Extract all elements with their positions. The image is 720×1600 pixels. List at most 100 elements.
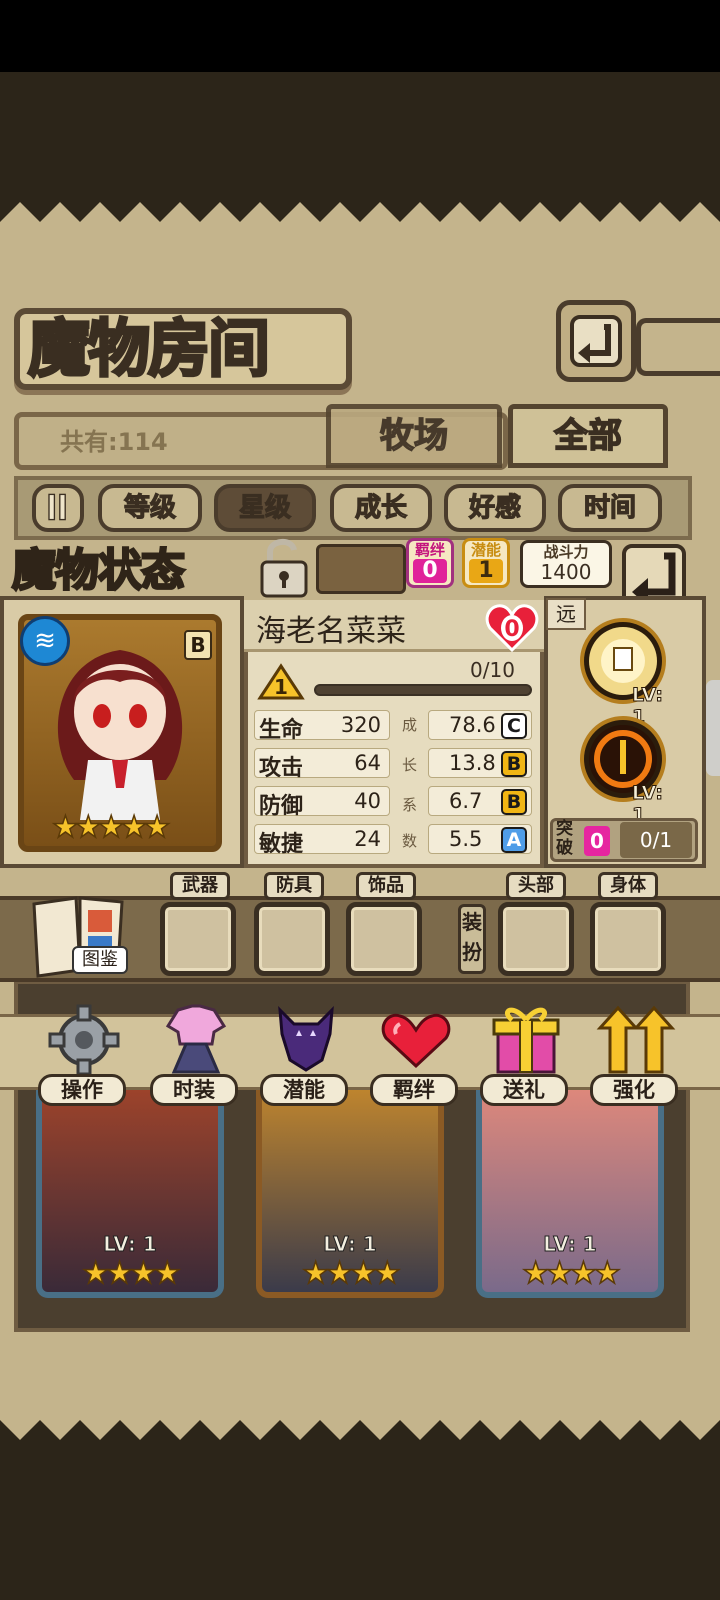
gear-icon <box>48 1004 120 1076</box>
growth-grade: B <box>501 789 527 815</box>
monster-name: 海老名菜菜 <box>256 614 406 649</box>
back-button[interactable] <box>556 300 636 382</box>
stat-growth: 6.7 <box>449 789 483 813</box>
dress-up-label: 装扮 <box>458 904 486 974</box>
upgrade-arrows-icon <box>596 1005 676 1074</box>
sort-growth-button[interactable]: 成长 <box>330 484 432 532</box>
back-arrow-icon <box>570 315 622 367</box>
outfit-label: 时装 <box>150 1074 238 1106</box>
stat-name: 生命 <box>259 718 304 743</box>
gift-label: 送礼 <box>480 1074 568 1106</box>
stat-row-defense: 防御 40 6.7 B <box>254 786 536 819</box>
upgrade-button[interactable]: 强化 <box>588 1000 684 1108</box>
sort-time-button[interactable]: 时间 <box>558 484 662 532</box>
status-title: 魔物状态 <box>11 544 187 598</box>
unlock-icon[interactable] <box>258 536 310 598</box>
bond-indicator: 羁绊 0 <box>406 538 454 588</box>
affection-value: 0 <box>504 617 519 642</box>
growth-grade: C <box>501 713 527 739</box>
gift-button[interactable]: 送礼 <box>478 1000 574 1108</box>
stat-row-hp: 生命 320 78.6 C <box>254 710 536 743</box>
map-background-bottom <box>0 1440 720 1600</box>
sort-toggle-icon <box>48 493 66 521</box>
heart-icon: 0 <box>485 604 539 653</box>
bond-label: 羁绊 <box>370 1074 458 1106</box>
armor-slot[interactable] <box>254 902 330 976</box>
stat-value: 64 <box>354 751 381 775</box>
weapon-slot[interactable] <box>160 902 236 976</box>
monster-card-level: LV: 1 <box>103 1232 157 1257</box>
header-decoration <box>636 318 720 376</box>
head-slot-label: 头部 <box>506 872 566 900</box>
potential-indicator: 潜能 1 <box>462 538 510 588</box>
breakthrough-count: 0 <box>584 826 610 856</box>
bond-indicator-label: 羁绊 <box>414 541 445 559</box>
stat-name: 敏捷 <box>259 832 304 857</box>
potential-label: 潜能 <box>260 1074 348 1106</box>
ornament-decoration <box>316 544 406 594</box>
potential-button[interactable]: 潜能 <box>258 1000 354 1108</box>
accessory-slot-label: 饰品 <box>356 872 416 900</box>
sort-order-toggle[interactable] <box>32 484 84 532</box>
stat-growth: 5.5 <box>449 827 483 851</box>
potential-indicator-value: 1 <box>469 559 503 583</box>
torn-edge-bottom <box>0 1420 720 1446</box>
monster-card-level: LV: 1 <box>543 1232 597 1257</box>
battle-power-label: 战斗力 <box>543 543 589 561</box>
monster-card-stars: ★★★★ <box>81 1255 181 1292</box>
head-slot[interactable] <box>498 902 574 976</box>
sort-star-button[interactable]: 星级 <box>214 484 316 532</box>
side-scroll-handle[interactable] <box>706 680 720 776</box>
operate-button[interactable]: 操作 <box>36 1000 132 1108</box>
outfit-button[interactable]: 时装 <box>148 1000 244 1108</box>
monster-count: 共有:114 <box>60 428 168 456</box>
growth-grade: B <box>501 751 527 777</box>
monster-card-stars: ★★★★ <box>301 1255 401 1292</box>
outfit-icon <box>165 1004 227 1074</box>
sort-level-button[interactable]: 等级 <box>98 484 202 532</box>
water-element-icon: ≋ <box>20 616 70 666</box>
level-value: 1 <box>274 675 288 699</box>
affection-heart: 0 <box>484 602 540 654</box>
skill-slot-2[interactable]: LV: 1 <box>580 716 666 827</box>
bond-button[interactable]: 羁绊 <box>368 1000 464 1108</box>
stat-growth: 13.8 <box>449 751 496 775</box>
exp-bar <box>314 684 532 696</box>
battle-power-value: 1400 <box>540 560 592 584</box>
breakthrough-progress[interactable]: 0/1 <box>620 822 692 858</box>
potential-indicator-label: 潜能 <box>470 541 501 559</box>
growth-coefficient-label: 长 <box>402 756 418 774</box>
stat-value: 24 <box>354 827 381 851</box>
bond-indicator-value: 0 <box>413 559 447 583</box>
skill-slot-1[interactable]: LV: 1 <box>580 618 666 729</box>
hearts-icon <box>381 1013 451 1069</box>
torn-edge-top <box>0 196 720 222</box>
operate-label: 操作 <box>38 1074 126 1106</box>
level-badge: 1 <box>257 663 305 700</box>
armor-slot-label: 防具 <box>264 872 324 900</box>
battle-power: 战斗力 1400 <box>520 540 612 588</box>
stat-row-agility: 敏捷 24 5.5 A <box>254 824 536 857</box>
stat-growth: 78.6 <box>449 713 496 737</box>
breakthrough-label: 突破 <box>556 819 573 858</box>
upgrade-label: 强化 <box>590 1074 678 1106</box>
monster-card-level: LV: 1 <box>323 1232 377 1257</box>
growth-coefficient-label: 数 <box>402 832 418 850</box>
monster-card-stars: ★★★★ <box>521 1255 621 1292</box>
codex-label: 图鉴 <box>72 946 128 974</box>
map-background <box>0 72 720 200</box>
tab-all[interactable]: 全部 <box>508 404 668 468</box>
accessory-slot[interactable] <box>346 902 422 976</box>
body-slot[interactable] <box>590 902 666 976</box>
tab-farm[interactable]: 牧场 <box>326 404 502 468</box>
growth-grade: A <box>501 827 527 853</box>
sort-affection-button[interactable]: 好感 <box>444 484 546 532</box>
exp-text: 0/10 <box>470 658 515 682</box>
rarity-stars: ★★★★★ <box>51 809 171 846</box>
gift-icon <box>492 1007 560 1074</box>
range-tag: 远 <box>546 598 586 630</box>
growth-coefficient-label: 成 <box>402 716 418 734</box>
demon-icon <box>278 1006 334 1072</box>
page-title: 魔物房间 <box>27 311 272 387</box>
stat-name: 防御 <box>259 794 304 819</box>
